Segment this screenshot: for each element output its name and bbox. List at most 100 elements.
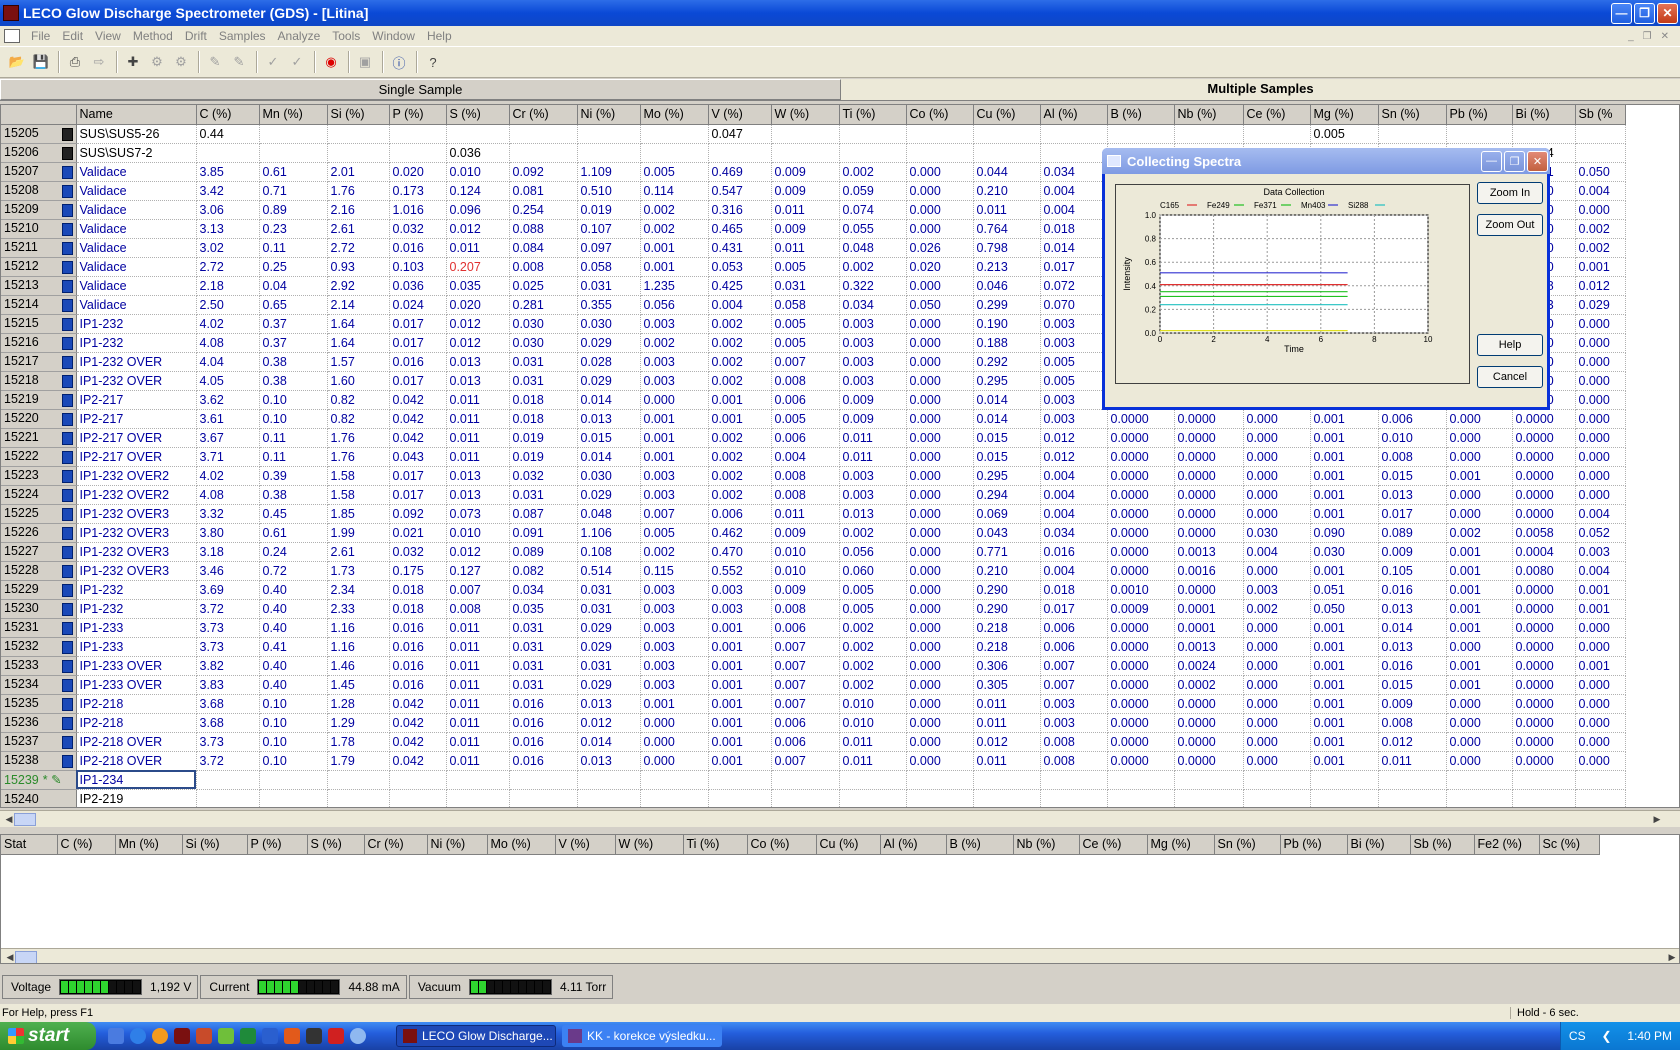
cell-value[interactable]: 0.0000 xyxy=(1512,580,1576,600)
cell-value[interactable]: 0.017 xyxy=(1378,504,1447,524)
row-id[interactable]: 15210 xyxy=(1,219,77,239)
cell-value[interactable]: 0.0058 xyxy=(1512,523,1576,543)
cell-value[interactable]: 0.000 xyxy=(906,409,974,429)
cell-value[interactable]: 3.13 xyxy=(196,219,260,239)
cell-value[interactable]: 0.294 xyxy=(973,485,1041,505)
cell-value[interactable]: 1.85 xyxy=(327,504,390,524)
cell-value[interactable]: 0.000 xyxy=(906,428,974,448)
cell-value[interactable]: 0.004 xyxy=(771,447,840,467)
cell-value[interactable]: 0.060 xyxy=(839,561,907,581)
cell-value[interactable]: 0.031 xyxy=(509,371,578,391)
cell-value[interactable]: 0.0000 xyxy=(1107,428,1175,448)
tray-arrow-icon[interactable]: ❮ xyxy=(1601,1029,1611,1043)
sample-name[interactable]: IP1-233 xyxy=(76,637,197,657)
leco-icon[interactable] xyxy=(174,1028,190,1044)
row-id[interactable]: 15207 xyxy=(1,162,77,182)
cell-value[interactable] xyxy=(196,789,260,807)
cell-value[interactable]: 0.000 xyxy=(1575,447,1626,467)
menu-method[interactable]: Method xyxy=(128,29,180,43)
cell-value[interactable]: 0.002 xyxy=(839,618,907,638)
cell-value[interactable]: 0.000 xyxy=(1243,713,1311,733)
row-id[interactable]: 15226 xyxy=(1,523,77,543)
scroll-thumb[interactable] xyxy=(15,951,37,963)
column-header[interactable]: Ni (%) xyxy=(577,105,641,125)
cell-value[interactable]: 0.017 xyxy=(389,485,447,505)
cell-value[interactable]: 0.000 xyxy=(1243,447,1311,467)
cell-value[interactable] xyxy=(327,124,390,144)
cell-value[interactable]: 0.008 xyxy=(1378,447,1447,467)
cell-value[interactable]: 0.0000 xyxy=(1107,637,1175,657)
cell-value[interactable]: 3.82 xyxy=(196,656,260,676)
cell-value[interactable]: 0.006 xyxy=(708,504,772,524)
cell-value[interactable]: 0.001 xyxy=(1310,428,1379,448)
table-row[interactable]: 15231 IP1-233 3.73 0.40 1.16 0.016 0.011 0.031 0… xyxy=(1,618,1626,638)
cell-value[interactable]: 3.73 xyxy=(196,618,260,638)
cell-value[interactable]: 0.000 xyxy=(906,732,974,752)
cell-value[interactable]: 0.000 xyxy=(1575,751,1626,771)
cell-value[interactable]: 0.030 xyxy=(1310,542,1379,562)
cell-value[interactable]: 0.011 xyxy=(446,732,510,752)
cell-value[interactable]: 0.0000 xyxy=(1512,675,1576,695)
cell-value[interactable]: 0.007 xyxy=(1040,675,1108,695)
cell-value[interactable]: 0.000 xyxy=(1575,485,1626,505)
cell-value[interactable] xyxy=(906,789,974,807)
app-icon[interactable] xyxy=(196,1028,212,1044)
cell-value[interactable]: 0.003 xyxy=(1040,314,1108,334)
menu-drift[interactable]: Drift xyxy=(180,29,214,43)
cell-value[interactable]: 0.012 xyxy=(1378,732,1447,752)
tab-multiple-samples[interactable]: Multiple Samples xyxy=(841,79,1680,100)
lock-icon[interactable] xyxy=(61,622,73,635)
cell-value[interactable]: 0.008 xyxy=(1040,751,1108,771)
cell-value[interactable]: 0.009 xyxy=(1378,542,1447,562)
sample-name[interactable]: IP2-217 xyxy=(76,409,197,429)
cell-value[interactable]: 0.000 xyxy=(1243,428,1311,448)
cell-value[interactable]: 0.029 xyxy=(577,485,641,505)
cell-value[interactable] xyxy=(1512,789,1576,807)
row-id[interactable]: 15231 xyxy=(1,618,77,638)
sample-name[interactable]: Validace xyxy=(76,162,197,182)
stats-column-header[interactable]: Sb (%) xyxy=(1410,835,1475,855)
cell-value[interactable]: 0.088 xyxy=(509,219,578,239)
cell-value[interactable]: 0.011 xyxy=(446,656,510,676)
cell-value[interactable]: 0.469 xyxy=(708,162,772,182)
cell-value[interactable]: 3.80 xyxy=(196,523,260,543)
cell-value[interactable]: 0.001 xyxy=(708,390,772,410)
row-id[interactable]: 15232 xyxy=(1,637,77,657)
cell-value[interactable]: 0.0000 xyxy=(1512,409,1576,429)
cell-value[interactable]: 0.0002 xyxy=(1174,675,1244,695)
cell-value[interactable] xyxy=(1575,789,1626,807)
app-icon[interactable] xyxy=(350,1028,366,1044)
cell-value[interactable]: 0.218 xyxy=(973,637,1041,657)
column-header[interactable]: Sn (%) xyxy=(1378,105,1447,125)
cell-value[interactable]: 0.011 xyxy=(839,447,907,467)
cell-value[interactable]: 0.000 xyxy=(1446,751,1513,771)
cell-value[interactable]: 0.031 xyxy=(577,656,641,676)
column-header[interactable]: Name xyxy=(76,105,197,125)
cell-value[interactable] xyxy=(1243,770,1311,790)
cell-value[interactable] xyxy=(259,124,328,144)
cell-value[interactable]: 0.000 xyxy=(906,181,974,201)
cell-value[interactable]: 0.89 xyxy=(259,200,328,220)
cell-value[interactable]: 0.031 xyxy=(509,637,578,657)
cell-value[interactable]: 0.016 xyxy=(1378,656,1447,676)
cell-value[interactable]: 3.46 xyxy=(196,561,260,581)
column-header[interactable]: Mo (%) xyxy=(640,105,709,125)
cell-value[interactable]: 0.018 xyxy=(1040,580,1108,600)
start-button[interactable]: start xyxy=(0,1022,96,1050)
cell-value[interactable]: 0.003 xyxy=(1040,409,1108,429)
column-header[interactable]: Si (%) xyxy=(327,105,390,125)
cell-value[interactable] xyxy=(509,143,578,163)
cell-value[interactable]: 0.002 xyxy=(1575,219,1626,239)
scroll-right-icon[interactable]: ▶ xyxy=(1650,813,1664,826)
cell-value[interactable]: 0.003 xyxy=(839,314,907,334)
cell-value[interactable]: 0.65 xyxy=(259,295,328,315)
cell-value[interactable]: 0.013 xyxy=(577,751,641,771)
cell-value[interactable]: 0.003 xyxy=(640,675,709,695)
cell-value[interactable]: 0.036 xyxy=(446,143,510,163)
cell-value[interactable]: 0.425 xyxy=(708,276,772,296)
cell-value[interactable]: 0.016 xyxy=(389,656,447,676)
cell-value[interactable]: 0.011 xyxy=(771,200,840,220)
cell-value[interactable]: 0.004 xyxy=(708,295,772,315)
menu-tools[interactable]: Tools xyxy=(327,29,367,43)
cell-value[interactable]: 0.029 xyxy=(1575,295,1626,315)
